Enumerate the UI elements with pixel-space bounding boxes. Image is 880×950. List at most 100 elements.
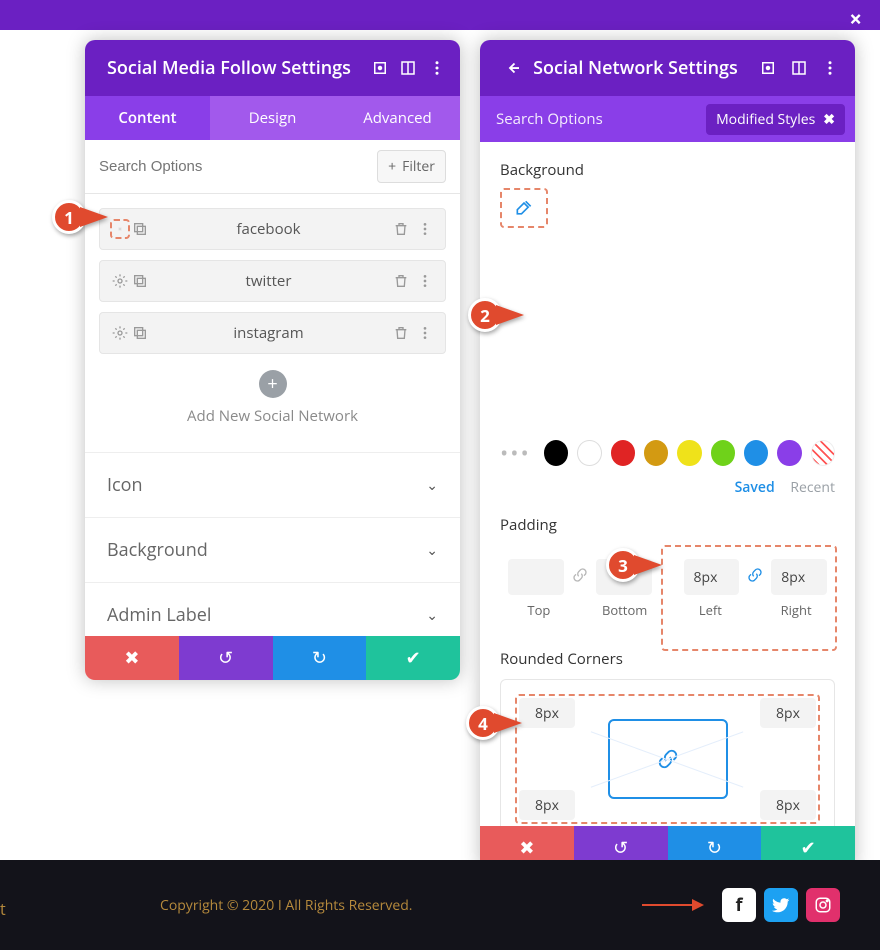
filter-label: Filter bbox=[402, 157, 435, 176]
copyright-text: Copyright © 2020 I All Rights Reserved. bbox=[160, 896, 412, 915]
padding-bottom-label: Bottom bbox=[594, 601, 656, 619]
back-icon[interactable] bbox=[502, 57, 523, 79]
tab-design[interactable]: Design bbox=[210, 96, 335, 140]
gear-icon[interactable] bbox=[110, 323, 130, 343]
kebab-icon[interactable] bbox=[428, 57, 446, 79]
padding-label: Padding bbox=[500, 515, 835, 535]
expand-icon[interactable] bbox=[758, 57, 779, 79]
padding-top-label: Top bbox=[508, 601, 570, 619]
redo-button[interactable]: ↻ bbox=[273, 636, 367, 680]
swatch-red[interactable] bbox=[611, 440, 635, 466]
accordion-background[interactable]: Background ⌄ bbox=[85, 518, 460, 583]
swatch-white[interactable] bbox=[577, 440, 601, 466]
twitter-button[interactable] bbox=[764, 888, 798, 922]
network-label: twitter bbox=[150, 271, 387, 291]
panel-header: Social Media Follow Settings bbox=[85, 40, 460, 96]
add-network: + Add New Social Network bbox=[99, 364, 446, 438]
padding-grid: 8px 8px bbox=[508, 559, 827, 595]
close-icon[interactable]: × bbox=[849, 4, 862, 34]
cancel-button[interactable]: ✖ bbox=[85, 636, 179, 680]
panel-header: Social Network Settings bbox=[480, 40, 855, 96]
add-label: Add New Social Network bbox=[99, 406, 446, 426]
cropped-text: t bbox=[0, 898, 6, 920]
trash-icon[interactable] bbox=[391, 271, 411, 291]
network-list: facebook twitter instagram + Add New Soc… bbox=[85, 194, 460, 452]
corner-top-left-input[interactable]: 8px bbox=[519, 698, 575, 728]
palette-tabs: Saved Recent bbox=[500, 478, 835, 497]
background-color-button[interactable] bbox=[500, 188, 548, 228]
tab-content[interactable]: Content bbox=[85, 96, 210, 140]
callout-3: 3 bbox=[606, 548, 662, 582]
network-row[interactable]: instagram bbox=[99, 312, 446, 354]
search-placeholder[interactable]: Search Options bbox=[496, 109, 696, 129]
chevron-down-icon: ⌄ bbox=[426, 476, 438, 495]
panel-footer-buttons: ✖ ↺ ↻ ✔ bbox=[85, 636, 460, 680]
snap-icon[interactable] bbox=[789, 57, 810, 79]
duplicate-icon[interactable] bbox=[130, 219, 150, 239]
chevron-down-icon: ⌄ bbox=[426, 541, 438, 560]
more-icon[interactable]: ••• bbox=[500, 438, 531, 468]
gear-icon[interactable] bbox=[110, 219, 130, 239]
pill-label: Modified Styles bbox=[716, 110, 815, 129]
filter-button[interactable]: + Filter bbox=[377, 150, 446, 183]
modified-styles-pill[interactable]: Modified Styles ✖ bbox=[706, 104, 845, 135]
instagram-button[interactable] bbox=[806, 888, 840, 922]
link-icon[interactable] bbox=[743, 566, 767, 588]
duplicate-icon[interactable] bbox=[130, 271, 150, 291]
top-bar: × bbox=[0, 0, 880, 30]
expand-icon[interactable] bbox=[371, 57, 389, 79]
network-label: facebook bbox=[150, 219, 387, 239]
trash-icon[interactable] bbox=[391, 323, 411, 343]
trash-icon[interactable] bbox=[391, 219, 411, 239]
kebab-icon[interactable] bbox=[415, 271, 435, 291]
tab-advanced[interactable]: Advanced bbox=[335, 96, 460, 140]
gear-icon[interactable] bbox=[110, 271, 130, 291]
saved-tab[interactable]: Saved bbox=[735, 478, 775, 497]
search-input[interactable] bbox=[99, 158, 367, 175]
callout-4: 4 bbox=[466, 706, 522, 740]
network-row[interactable]: facebook bbox=[99, 208, 446, 250]
swatch-green[interactable] bbox=[711, 440, 735, 466]
callout-1: 1 bbox=[52, 200, 108, 234]
snap-icon[interactable] bbox=[399, 57, 417, 79]
padding-right-input[interactable]: 8px bbox=[771, 559, 827, 595]
recent-tab[interactable]: Recent bbox=[790, 478, 835, 497]
network-row[interactable]: twitter bbox=[99, 260, 446, 302]
padding-right-label: Right bbox=[765, 601, 827, 619]
plus-icon: + bbox=[388, 157, 396, 176]
swatch-purple[interactable] bbox=[777, 440, 801, 466]
social-icons: f bbox=[642, 888, 840, 922]
swatch-black[interactable] bbox=[544, 440, 568, 466]
swatch-transparent[interactable] bbox=[811, 440, 835, 466]
corner-top-right-input[interactable]: 8px bbox=[760, 698, 816, 728]
undo-button[interactable]: ↺ bbox=[179, 636, 273, 680]
confirm-button[interactable]: ✔ bbox=[366, 636, 460, 680]
color-palette: ••• bbox=[500, 438, 835, 468]
site-footer: t Copyright © 2020 I All Rights Reserved… bbox=[0, 860, 880, 950]
corner-bottom-right-input[interactable]: 8px bbox=[760, 790, 816, 820]
add-button[interactable]: + bbox=[259, 370, 287, 398]
duplicate-icon[interactable] bbox=[130, 323, 150, 343]
swatch-blue[interactable] bbox=[744, 440, 768, 466]
swatch-yellow[interactable] bbox=[677, 440, 701, 466]
corners-link-toggle[interactable] bbox=[608, 719, 728, 799]
pill-close-icon[interactable]: ✖ bbox=[823, 110, 835, 129]
padding-top-input[interactable] bbox=[508, 559, 564, 595]
panel-title: Social Media Follow Settings bbox=[107, 56, 351, 80]
accordion-label: Admin Label bbox=[107, 603, 211, 627]
facebook-button[interactable]: f bbox=[722, 888, 756, 922]
accordion-icon[interactable]: Icon ⌄ bbox=[85, 453, 460, 518]
tabs: Content Design Advanced bbox=[85, 96, 460, 140]
kebab-icon[interactable] bbox=[820, 57, 841, 79]
padding-left-input[interactable]: 8px bbox=[684, 559, 740, 595]
padding-left-label: Left bbox=[680, 601, 742, 619]
corner-bottom-left-input[interactable]: 8px bbox=[519, 790, 575, 820]
swatch-orange[interactable] bbox=[644, 440, 668, 466]
social-network-settings-panel: Social Network Settings Search Options M… bbox=[480, 40, 855, 870]
kebab-icon[interactable] bbox=[415, 323, 435, 343]
link-icon[interactable] bbox=[568, 566, 592, 588]
kebab-icon[interactable] bbox=[415, 219, 435, 239]
accordion-label: Background bbox=[107, 538, 208, 562]
network-label: instagram bbox=[150, 323, 387, 343]
rounded-corners-box: 8px 8px 8px 8px bbox=[500, 679, 835, 826]
